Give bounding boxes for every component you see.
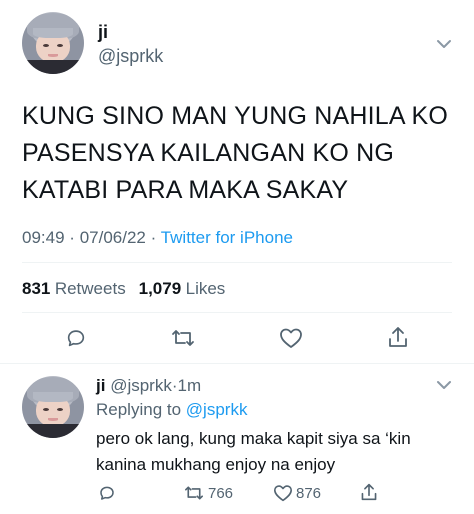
reply-text: pero ok lang, kung maka kapit siya sa ‘k… <box>96 426 411 478</box>
like-count[interactable]: 1,079 <box>139 279 182 298</box>
reply-avatar[interactable] <box>22 376 84 438</box>
reply-header: ji @jsprkk·1m <box>96 376 201 396</box>
tweet-date[interactable]: 07/06/22 <box>80 228 146 247</box>
reply-author-handle[interactable]: @jsprkk <box>110 376 172 395</box>
tweet-text: KUNG SINO MAN YUNG NAHILA KO PASENSYA KA… <box>22 98 448 209</box>
chevron-down-icon[interactable] <box>436 380 452 390</box>
replying-to-handle[interactable]: @jsprkk <box>186 400 248 419</box>
share-icon[interactable] <box>360 482 378 502</box>
divider <box>0 363 474 364</box>
avatar[interactable] <box>22 12 84 74</box>
heart-icon[interactable] <box>279 327 303 349</box>
reply-text-line: pero ok lang, kung maka kapit siya sa ‘k… <box>96 429 411 448</box>
reply-age[interactable]: 1m <box>178 376 202 395</box>
tweet-time[interactable]: 09:49 <box>22 228 65 247</box>
reply-author-name[interactable]: ji <box>96 376 105 395</box>
tweet-text-line: PASENSYA KAILANGAN KO NG <box>22 139 395 167</box>
reply-icon[interactable] <box>65 327 87 349</box>
author-name[interactable]: ji <box>98 22 108 43</box>
share-icon[interactable] <box>387 325 409 349</box>
chevron-down-icon[interactable] <box>436 39 452 49</box>
divider <box>22 262 452 263</box>
replying-to: Replying to @jsprkk <box>96 400 247 420</box>
retweet-label[interactable]: Retweets <box>55 279 126 298</box>
reply-retweet-count[interactable]: 766 <box>208 485 233 502</box>
divider <box>22 312 452 313</box>
heart-icon[interactable] <box>273 484 293 502</box>
meta-separator: · <box>69 228 75 247</box>
tweet-text-line: KATABI PARA MAKA SAKAY <box>22 176 349 204</box>
retweet-icon[interactable] <box>170 327 196 349</box>
retweet-icon[interactable] <box>183 484 205 502</box>
tweet-text-line: KUNG SINO MAN YUNG NAHILA KO <box>22 102 449 130</box>
retweet-count[interactable]: 831 <box>22 279 50 298</box>
author-handle[interactable]: @jsprkk <box>98 46 163 67</box>
reply-like-count[interactable]: 876 <box>296 485 321 502</box>
tweet-meta: 09:49 · 07/06/22 · Twitter for iPhone <box>22 228 293 248</box>
tweet-source[interactable]: Twitter for iPhone <box>161 228 293 247</box>
replying-to-label: Replying to <box>96 400 182 419</box>
like-label[interactable]: Likes <box>186 279 226 298</box>
reply-text-line: kanina mukhang enjoy na enjoy <box>96 455 336 474</box>
meta-separator: · <box>150 228 157 247</box>
tweet-stats: 831 Retweets 1,079 Likes <box>22 279 225 299</box>
reply-icon[interactable] <box>98 484 116 502</box>
